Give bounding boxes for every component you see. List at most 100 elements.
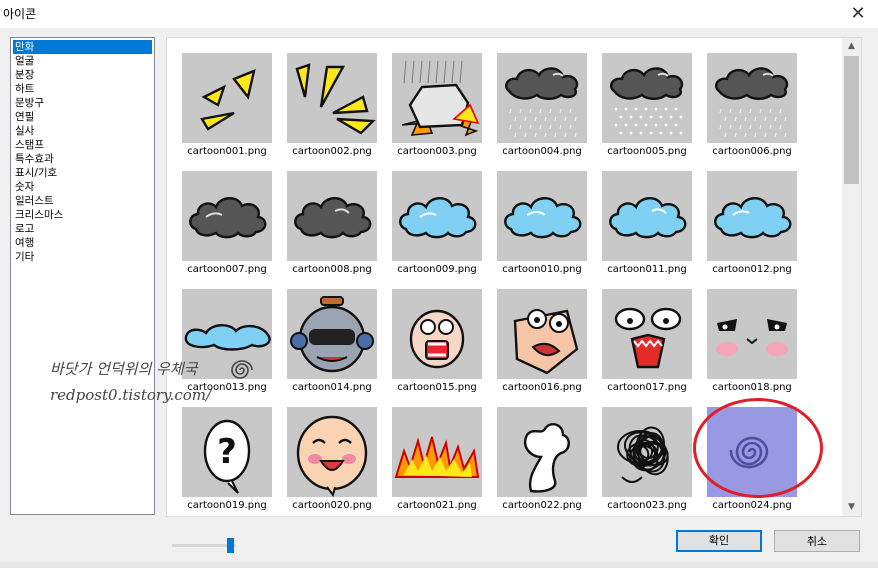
vertical-scrollbar[interactable]: ▲ ▼ bbox=[842, 38, 861, 516]
icon-filename: cartoon019.png bbox=[187, 500, 267, 511]
icon-filename: cartoon018.png bbox=[712, 382, 792, 393]
category-item[interactable]: 문방구 bbox=[11, 96, 154, 110]
ok-button[interactable]: 확인 bbox=[676, 530, 762, 552]
category-item[interactable]: 특수효과 bbox=[11, 152, 154, 166]
category-item[interactable]: 실사 bbox=[11, 124, 154, 138]
category-item[interactable]: 여행 bbox=[11, 236, 154, 250]
yellow-spikes-4-icon[interactable] bbox=[287, 53, 377, 143]
icon-tile[interactable]: cartoon006.png bbox=[707, 53, 797, 159]
icon-filename: cartoon023.png bbox=[607, 500, 687, 511]
blue-cloud-2-icon[interactable] bbox=[497, 171, 587, 261]
icon-tile[interactable]: cartoon021.png bbox=[392, 407, 482, 513]
shocked-head-icon[interactable] bbox=[497, 289, 587, 379]
yellow-spikes-3-icon[interactable] bbox=[182, 53, 272, 143]
window-title: 아이콘 bbox=[3, 7, 37, 21]
cancel-button[interactable]: 취소 bbox=[774, 530, 860, 552]
blue-cloud-icon[interactable] bbox=[392, 171, 482, 261]
icon-tile[interactable]: cartoon017.png bbox=[602, 289, 692, 395]
category-item[interactable]: 얼굴 bbox=[11, 54, 154, 68]
category-item[interactable]: 하트 bbox=[11, 82, 154, 96]
icon-tile[interactable]: cartoon013.png bbox=[182, 289, 272, 395]
icon-filename: cartoon020.png bbox=[292, 500, 372, 511]
rock-crash-icon[interactable] bbox=[392, 53, 482, 143]
category-item[interactable]: 만화 bbox=[13, 40, 152, 54]
icon-filename: cartoon016.png bbox=[502, 382, 582, 393]
category-list[interactable]: 만화 얼굴 분장 하트 문방구 연필 실사 스탬프 특수효과 표시/기호 숫자 일러스트 크리스마스 로고… bbox=[10, 37, 155, 515]
category-item[interactable]: 스탬프 bbox=[11, 138, 154, 152]
icon-filename: cartoon022.png bbox=[502, 500, 582, 511]
icon-tile[interactable]: cartoon001.png bbox=[182, 53, 272, 159]
question-bubble-icon[interactable]: ? bbox=[182, 407, 272, 497]
icon-tile[interactable]: ? cartoon019.png bbox=[182, 407, 272, 513]
screaming-face-icon[interactable] bbox=[602, 289, 692, 379]
scroll-down-arrow-icon[interactable]: ▼ bbox=[842, 499, 861, 516]
scribble-icon[interactable] bbox=[602, 407, 692, 497]
scroll-up-arrow-icon[interactable]: ▲ bbox=[842, 38, 861, 55]
icon-tile[interactable]: cartoon012.png bbox=[707, 171, 797, 277]
scared-face-icon[interactable] bbox=[392, 289, 482, 379]
icon-filename: cartoon006.png bbox=[712, 146, 792, 157]
icon-filename: cartoon011.png bbox=[607, 264, 687, 275]
rain-cloud-2-icon[interactable] bbox=[707, 53, 797, 143]
title-bar: 아이콘 ✕ bbox=[0, 0, 878, 28]
spiral-watermark-icon bbox=[231, 360, 253, 379]
icon-filename: cartoon015.png bbox=[397, 382, 477, 393]
rain-cloud-icon[interactable] bbox=[497, 53, 587, 143]
robot-head-icon[interactable] bbox=[287, 289, 377, 379]
icon-tile[interactable]: cartoon005.png bbox=[602, 53, 692, 159]
dark-cloud-icon[interactable] bbox=[182, 171, 272, 261]
icon-tile[interactable]: cartoon002.png bbox=[287, 53, 377, 159]
icon-filename: cartoon005.png bbox=[607, 146, 687, 157]
icon-tile[interactable]: cartoon008.png bbox=[287, 171, 377, 277]
icon-filename: cartoon008.png bbox=[292, 264, 372, 275]
fire-icon[interactable] bbox=[392, 407, 482, 497]
icon-filename: cartoon002.png bbox=[292, 146, 372, 157]
icon-tile[interactable]: cartoon003.png bbox=[392, 53, 482, 159]
icon-filename: cartoon003.png bbox=[397, 146, 477, 157]
icon-tile[interactable]: cartoon023.png bbox=[602, 407, 692, 513]
category-item[interactable]: 기타 bbox=[11, 250, 154, 264]
icon-filename: cartoon009.png bbox=[397, 264, 477, 275]
category-item[interactable]: 로고 bbox=[11, 222, 154, 236]
snow-cloud-icon[interactable] bbox=[602, 53, 692, 143]
category-item[interactable]: 일러스트 bbox=[11, 194, 154, 208]
dark-cloud-2-icon[interactable] bbox=[287, 171, 377, 261]
puff-icon[interactable] bbox=[497, 407, 587, 497]
category-item[interactable]: 연필 bbox=[11, 110, 154, 124]
bottom-strip bbox=[0, 562, 878, 568]
icon-filename: cartoon021.png bbox=[397, 500, 477, 511]
icon-tile[interactable]: cartoon014.png bbox=[287, 289, 377, 395]
icon-tile[interactable]: cartoon016.png bbox=[497, 289, 587, 395]
watermark-line1: 바닷가 언덕위의 우체국 bbox=[50, 360, 198, 378]
icon-filename: cartoon012.png bbox=[712, 264, 792, 275]
icon-tile[interactable]: cartoon007.png bbox=[182, 171, 272, 277]
icon-tile[interactable]: cartoon020.png bbox=[287, 407, 377, 513]
size-slider-thumb[interactable] bbox=[226, 538, 234, 553]
blush-eyes-icon[interactable] bbox=[707, 289, 797, 379]
icon-tile[interactable]: cartoon022.png bbox=[497, 407, 587, 513]
icon-tile[interactable]: cartoon010.png bbox=[497, 171, 587, 277]
icon-tile[interactable]: cartoon009.png bbox=[392, 171, 482, 277]
close-icon[interactable]: ✕ bbox=[846, 2, 870, 26]
icon-tile[interactable]: cartoon011.png bbox=[602, 171, 692, 277]
icon-filename: cartoon014.png bbox=[292, 382, 372, 393]
blue-cloud-3-icon[interactable] bbox=[602, 171, 692, 261]
icon-filename: cartoon004.png bbox=[502, 146, 582, 157]
icon-tile[interactable]: cartoon018.png bbox=[707, 289, 797, 395]
category-item[interactable]: 표시/기호 bbox=[11, 166, 154, 180]
icon-filename: cartoon007.png bbox=[187, 264, 267, 275]
watermark-line2: redpost0.tistory.com/ bbox=[50, 386, 212, 404]
svg-text:?: ? bbox=[217, 432, 237, 472]
highlight-circle bbox=[693, 398, 823, 498]
category-item[interactable]: 크리스마스 bbox=[11, 208, 154, 222]
icon-filename: cartoon017.png bbox=[607, 382, 687, 393]
happy-face-icon[interactable] bbox=[287, 407, 377, 497]
category-item[interactable]: 분장 bbox=[11, 68, 154, 82]
blue-cloud-4-icon[interactable] bbox=[707, 171, 797, 261]
icon-tile[interactable]: cartoon015.png bbox=[392, 289, 482, 395]
icon-filename: cartoon001.png bbox=[187, 146, 267, 157]
icon-tile[interactable]: cartoon004.png bbox=[497, 53, 587, 159]
category-item[interactable]: 숫자 bbox=[11, 180, 154, 194]
scrollbar-thumb[interactable] bbox=[844, 56, 859, 184]
icon-filename: cartoon010.png bbox=[502, 264, 582, 275]
